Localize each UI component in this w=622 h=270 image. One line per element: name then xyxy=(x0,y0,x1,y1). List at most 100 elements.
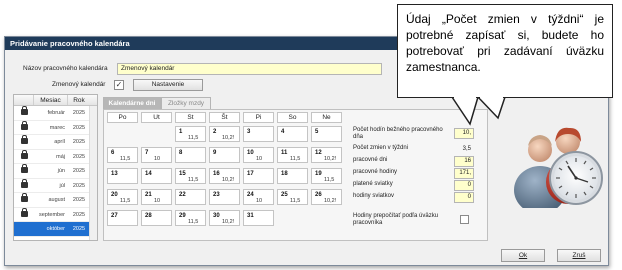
day-number: 4 xyxy=(281,129,285,135)
month-row[interactable]: október 2025 xyxy=(14,222,97,237)
stat-value[interactable]: 0 xyxy=(454,192,474,203)
recalc-checkbox[interactable] xyxy=(460,215,469,224)
month-row[interactable]: september 2025 xyxy=(14,207,97,222)
calendar-day-cell[interactable]: 27 xyxy=(107,210,138,226)
month-row[interactable]: marec 2025 xyxy=(14,120,97,135)
calendar-day-cell[interactable]: 13 xyxy=(107,168,138,184)
month-row[interactable]: máj 2025 xyxy=(14,149,97,164)
lock-icon xyxy=(20,178,28,188)
stat-value[interactable]: 171, xyxy=(454,168,474,179)
calendar-day-cell[interactable]: 6 11,5 xyxy=(107,147,138,163)
month-lock-cell xyxy=(14,120,34,135)
tab-wage-supplements[interactable]: Zložky mzdy xyxy=(161,97,211,109)
stat-value[interactable]: 16 xyxy=(454,156,474,167)
lock-icon xyxy=(20,193,28,202)
month-year: 2025 xyxy=(72,110,86,116)
weekday-header: So xyxy=(277,112,308,123)
month-lock-cell xyxy=(14,237,34,241)
month-row[interactable]: apríl 2025 xyxy=(14,135,97,150)
calendar-day-cell[interactable]: 31 xyxy=(243,210,274,226)
calendar-day-cell[interactable]: 20 11,5 xyxy=(107,189,138,205)
stat-label: hodiny sviatkov xyxy=(353,193,395,199)
month-year: 2025 xyxy=(72,139,86,145)
calendar-day-cell[interactable]: 18 xyxy=(277,168,308,184)
day-number: 15 xyxy=(179,171,186,177)
lock-icon xyxy=(20,106,28,115)
day-number: 12 xyxy=(315,150,322,156)
month-row[interactable]: február 2025 xyxy=(14,106,97,121)
calendar-day-cell[interactable]: 1 11,5 xyxy=(175,126,206,142)
day-number: 5 xyxy=(315,129,319,135)
calendar-day-cell[interactable]: 17 xyxy=(243,168,274,184)
calendar-day-cell[interactable]: 25 11,5 xyxy=(277,189,308,205)
calendar-day-cell[interactable]: 12 10,2! xyxy=(311,147,342,163)
lock-icon xyxy=(20,207,28,217)
month-name: september xyxy=(39,211,65,218)
ok-label: Ok xyxy=(518,252,528,259)
lock-column-header xyxy=(14,95,34,105)
day-hours: 10,2! xyxy=(222,177,235,183)
calendar-day-cell[interactable]: 16 10,2! xyxy=(209,168,240,184)
shift-calendar-checkbox[interactable]: ✓ xyxy=(114,80,124,90)
day-number: 6 xyxy=(111,150,115,156)
calendar-day-cell[interactable]: 28 xyxy=(141,210,172,226)
calendar-day-cell[interactable]: 7 10 xyxy=(141,147,172,163)
month-row[interactable]: júl 2025 xyxy=(14,178,97,193)
stat-label: pracovné dni xyxy=(353,157,388,163)
calendar-day-cell[interactable]: 10 10 xyxy=(243,147,274,163)
day-hours: 10 xyxy=(154,198,161,204)
settings-button[interactable]: Nastavenie xyxy=(133,79,203,91)
month-column-header[interactable]: Mesiac xyxy=(34,95,68,105)
month-year: 2025 xyxy=(72,182,86,189)
calendar-day-cell[interactable]: 5 xyxy=(311,126,342,142)
calendar-day-cell[interactable]: 26 10,2! xyxy=(311,189,342,205)
calendar-day-cell[interactable]: 11 11,5 xyxy=(277,147,308,163)
calendar-day-cell[interactable]: 29 11,5 xyxy=(175,210,206,226)
ok-button[interactable]: Ok xyxy=(501,249,545,262)
calendar-day-cell[interactable]: 23 xyxy=(209,189,240,205)
calendar-day-cell[interactable]: 2 10,2! xyxy=(209,126,240,142)
day-number: 1 xyxy=(179,129,183,135)
month-row[interactable]: november2025 xyxy=(14,237,97,241)
cancel-button[interactable]: Zruš xyxy=(557,249,601,262)
month-year: 2025 xyxy=(72,226,86,232)
month-lock-cell xyxy=(14,207,34,222)
calendar-day-cell[interactable]: 8 xyxy=(175,147,206,163)
calendar-day-cell[interactable]: 19 11,5 xyxy=(311,168,342,184)
calendar-day-cell[interactable]: 21 10 xyxy=(141,189,172,205)
day-hours: 10 xyxy=(256,198,263,204)
day-hours: 11,5 xyxy=(188,177,199,183)
month-lock-cell xyxy=(14,178,34,193)
people-clock-icon xyxy=(514,127,603,214)
calendar-day-cell[interactable]: 9 xyxy=(209,147,240,163)
weekday-header: Po xyxy=(107,112,138,123)
calendar-day-cell[interactable]: 3 xyxy=(243,126,274,142)
month-list-scrollbar[interactable] xyxy=(89,106,97,240)
stat-value[interactable]: 10, xyxy=(454,128,474,139)
calendar-day-cell[interactable]: 14 xyxy=(141,168,172,184)
calendar-day-cell[interactable]: 22 xyxy=(175,189,206,205)
tab-calendar-days[interactable]: Kalendárne dni xyxy=(103,97,161,109)
calendar-day-cell[interactable]: 30 10,2! xyxy=(209,210,240,226)
screen: Pridávanie pracovného kalendára Názov pr… xyxy=(0,0,622,270)
stat-value[interactable]: 3,5 xyxy=(454,144,474,155)
calendar-day-cell[interactable]: 24 10 xyxy=(243,189,274,205)
day-number: 22 xyxy=(179,192,186,198)
month-row[interactable]: august 2025 xyxy=(14,193,97,208)
day-hours: 11,5 xyxy=(188,219,199,225)
month-row[interactable]: jún 2025 xyxy=(14,164,97,179)
calendar-name-input[interactable]: Zmenový kalendár xyxy=(117,63,382,75)
month-year: 2025 xyxy=(72,211,86,218)
day-number: 28 xyxy=(145,213,152,219)
year-column-header[interactable]: Rok xyxy=(68,95,90,105)
day-hours: 11,5 xyxy=(188,135,199,141)
month-year: 2025 xyxy=(68,237,90,241)
day-number: 13 xyxy=(111,171,118,177)
stat-label: Počet zmien v týždni xyxy=(353,145,409,151)
stat-value[interactable]: 0 xyxy=(454,180,474,191)
month-year: 2025 xyxy=(72,197,86,203)
month-year: 2025 xyxy=(72,168,86,174)
calendar-day-cell[interactable]: 4 xyxy=(277,126,308,142)
calendar-day-cell[interactable]: 15 11,5 xyxy=(175,168,206,184)
month-name: júl xyxy=(59,182,65,189)
